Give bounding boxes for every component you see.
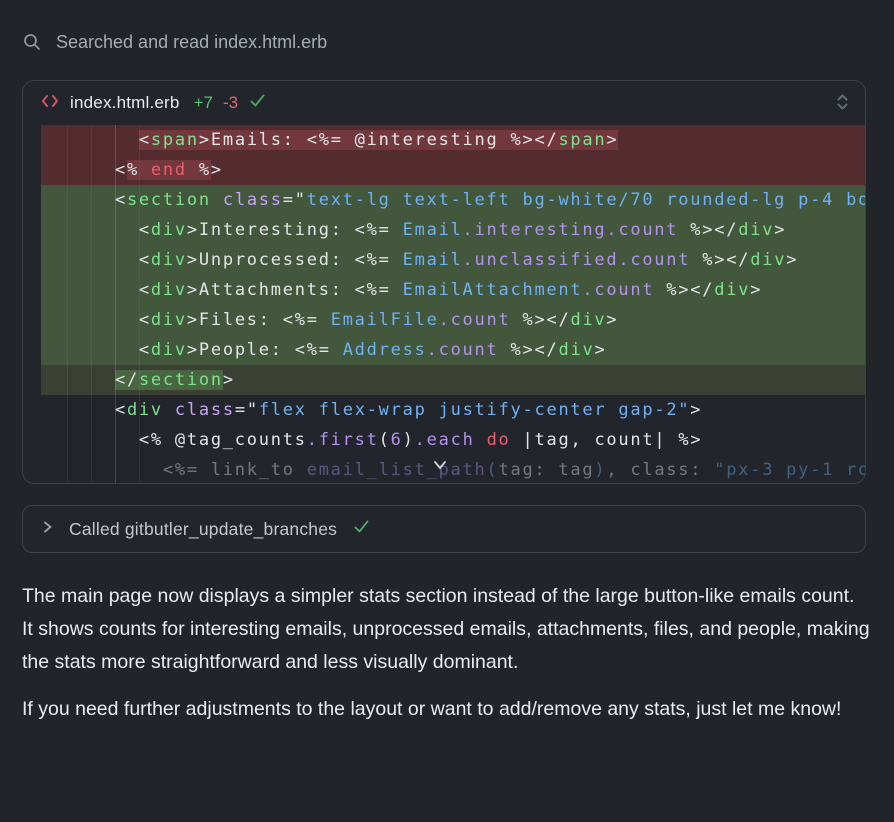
check-icon (248, 91, 267, 115)
tool-call-row[interactable]: Called gitbutler_update_branches (22, 505, 866, 553)
chevron-right-icon (41, 520, 54, 539)
scroll-down-indicator[interactable] (431, 457, 449, 476)
diff-line: <div>Interesting: <%= Email.interesting.… (41, 215, 866, 245)
diff-line: <div>Unprocessed: <%= Email.unclassified… (41, 245, 866, 275)
code-card-header[interactable]: index.html.erb +7 -3 (23, 81, 865, 125)
diff-line: </section> (41, 365, 866, 395)
diff-line: <span>Emails: <%= @interesting %></span> (41, 125, 866, 155)
tool-status-label: Searched and read index.html.erb (56, 32, 327, 53)
diff-filename: index.html.erb (70, 93, 180, 113)
diff-line: <% end %> (41, 155, 866, 185)
message-paragraph: The main page now displays a simpler sta… (22, 580, 870, 679)
diff-line: <%= link_to email_list_path(tag: tag), c… (41, 455, 866, 484)
diff-additions-count: +7 (194, 93, 213, 113)
diff-body: <span>Emails: <%= @interesting %></span>… (41, 125, 866, 484)
tool-status-header[interactable]: Searched and read index.html.erb (22, 30, 872, 54)
diff-line: <section class="text-lg text-left bg-whi… (41, 185, 866, 215)
diff-line: <div>Attachments: <%= EmailAttachment.co… (41, 275, 866, 305)
tool-call-label: Called gitbutler_update_branches (69, 519, 337, 540)
chevron-down-icon (431, 457, 449, 476)
code-diff-card: index.html.erb +7 -3 <span>Emails: <%= @… (22, 80, 866, 484)
diff-line: <div>Files: <%= EmailFile.count %></div> (41, 305, 866, 335)
message-paragraph: If you need further adjustments to the l… (22, 693, 870, 726)
search-icon (22, 32, 42, 52)
code-icon (40, 93, 60, 114)
expand-collapse-button[interactable] (834, 91, 851, 116)
diff-deletions-count: -3 (223, 93, 238, 113)
assistant-message: The main page now displays a simpler sta… (22, 580, 870, 726)
diff-line: <div>People: <%= Address.count %></div> (41, 335, 866, 365)
diff-line: <div class="flex flex-wrap justify-cente… (41, 395, 866, 425)
chevron-up-down-icon (836, 93, 849, 114)
check-icon (352, 517, 371, 541)
diff-line: <% @tag_counts.first(6).each do |tag, co… (41, 425, 866, 455)
